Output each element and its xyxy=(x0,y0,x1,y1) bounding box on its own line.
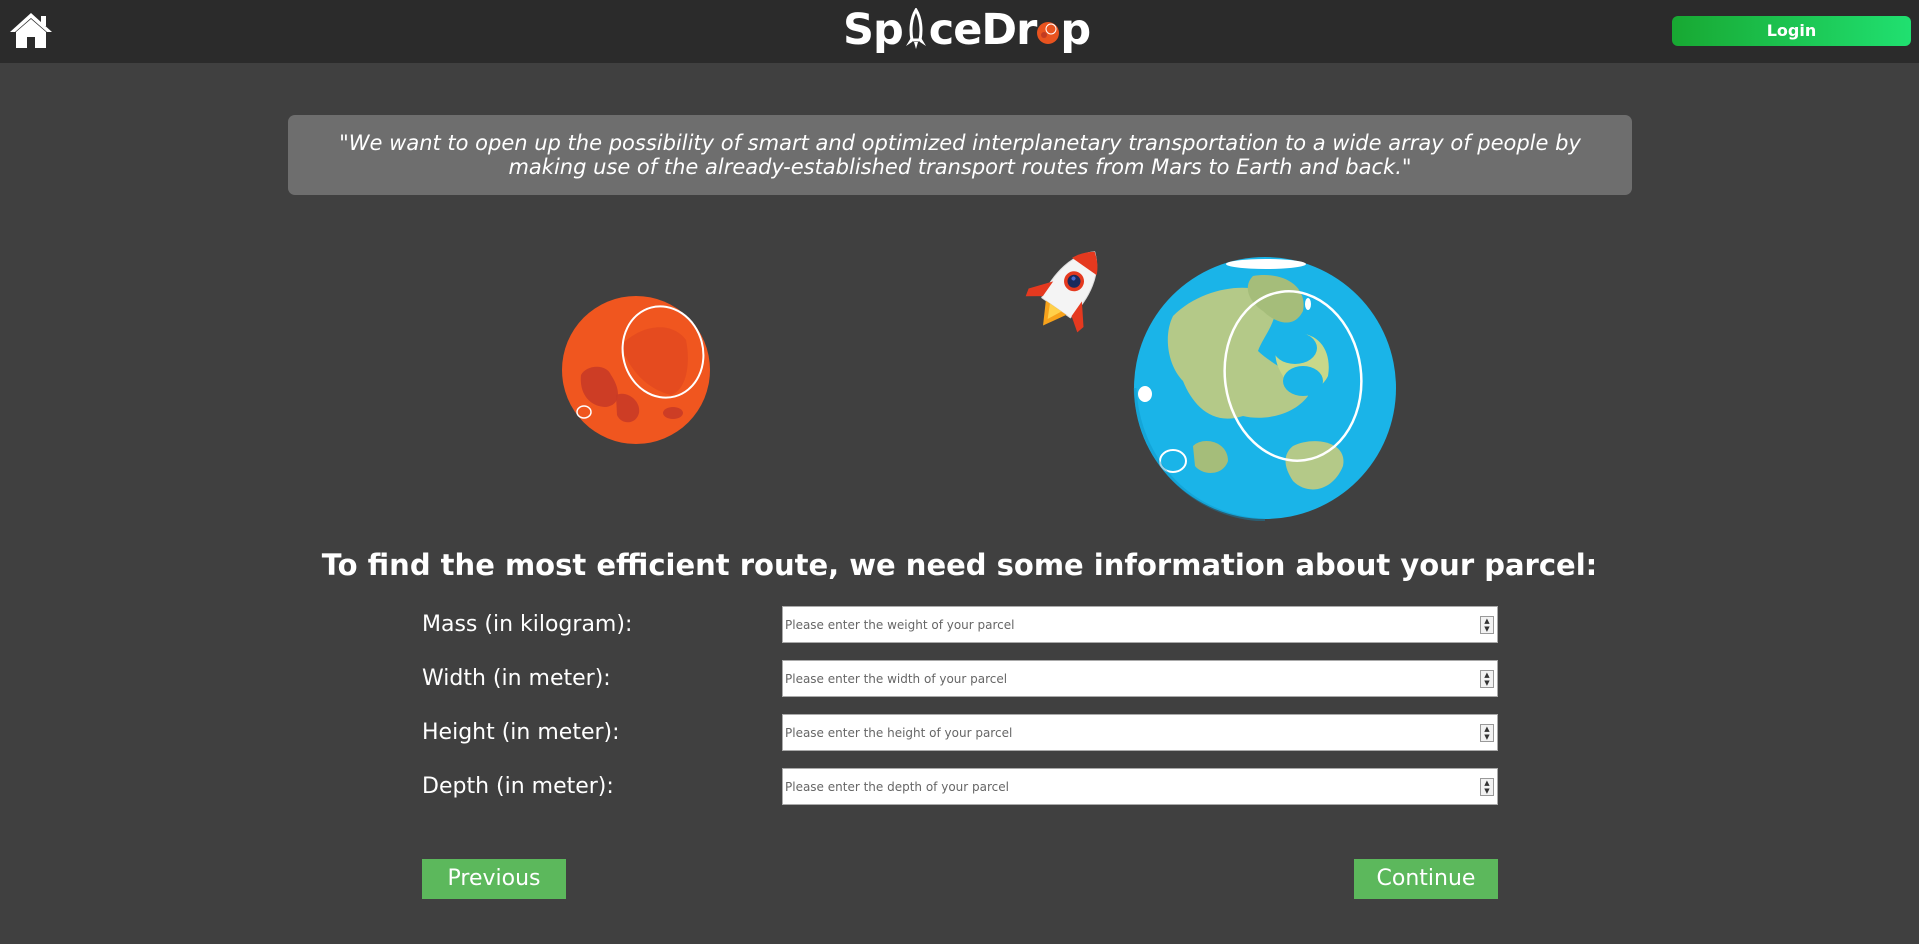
spinner-up-icon[interactable]: ▲ xyxy=(1481,725,1493,733)
rocket-icon xyxy=(1013,240,1128,335)
previous-button[interactable]: Previous xyxy=(422,859,566,899)
spinner-down-icon[interactable]: ▼ xyxy=(1481,787,1493,795)
depth-field-row: Depth (in meter): ▲▼ xyxy=(422,768,1498,806)
width-spinner[interactable]: ▲ ▼ xyxy=(1480,670,1494,688)
spinner-up-icon[interactable]: ▲ xyxy=(1481,779,1493,787)
height-label: Height (in meter): xyxy=(422,720,620,745)
depth-spinner[interactable]: ▲ ▼ xyxy=(1480,778,1494,796)
logo-text-middle: ceDr xyxy=(928,5,1038,55)
top-navbar: Sp ceDr p Login xyxy=(0,0,1919,63)
spinner-down-icon[interactable]: ▼ xyxy=(1481,625,1493,633)
spacedrop-logo[interactable]: Sp ceDr p xyxy=(843,0,1091,60)
depth-label: Depth (in meter): xyxy=(422,774,614,799)
spinner-up-icon[interactable]: ▲ xyxy=(1481,617,1493,625)
earth-planet-icon xyxy=(1133,256,1398,522)
spinner-down-icon[interactable]: ▼ xyxy=(1481,733,1493,741)
logo-text-end: p xyxy=(1060,5,1091,55)
mission-quote: "We want to open up the possibility of s… xyxy=(339,131,1581,179)
mass-input[interactable] xyxy=(783,607,1465,642)
mass-label: Mass (in kilogram): xyxy=(422,612,633,637)
width-input[interactable] xyxy=(783,661,1465,696)
logo-planet-icon xyxy=(1036,1,1060,44)
height-field-row: Height (in meter): ▲▼ xyxy=(422,714,1498,752)
form-heading: To find the most efficient route, we nee… xyxy=(321,548,1598,582)
spinner-down-icon[interactable]: ▼ xyxy=(1481,679,1493,687)
width-label: Width (in meter): xyxy=(422,666,611,691)
height-input-box: ▲▼ xyxy=(782,714,1498,751)
mass-spinner[interactable]: ▲ ▼ xyxy=(1480,616,1494,634)
mass-input-box: ▲▼ xyxy=(782,606,1498,643)
depth-input-box: ▲▼ xyxy=(782,768,1498,805)
width-field-row: Width (in meter): ▲▼ xyxy=(422,660,1498,698)
continue-button[interactable]: Continue xyxy=(1354,859,1498,899)
mars-planet-icon xyxy=(561,295,711,445)
mass-field-row: Mass (in kilogram): ▲▼ xyxy=(422,606,1498,644)
height-spinner[interactable]: ▲ ▼ xyxy=(1480,724,1494,742)
depth-input[interactable] xyxy=(783,769,1465,804)
height-input[interactable] xyxy=(783,715,1465,750)
spinner-up-icon[interactable]: ▲ xyxy=(1481,671,1493,679)
home-icon[interactable] xyxy=(8,10,54,52)
mission-quote-box: "We want to open up the possibility of s… xyxy=(288,115,1632,195)
width-input-box: ▲▼ xyxy=(782,660,1498,697)
logo-rocket-icon xyxy=(903,6,929,49)
login-button[interactable]: Login xyxy=(1672,16,1911,46)
logo-text-start: Sp xyxy=(843,5,904,55)
